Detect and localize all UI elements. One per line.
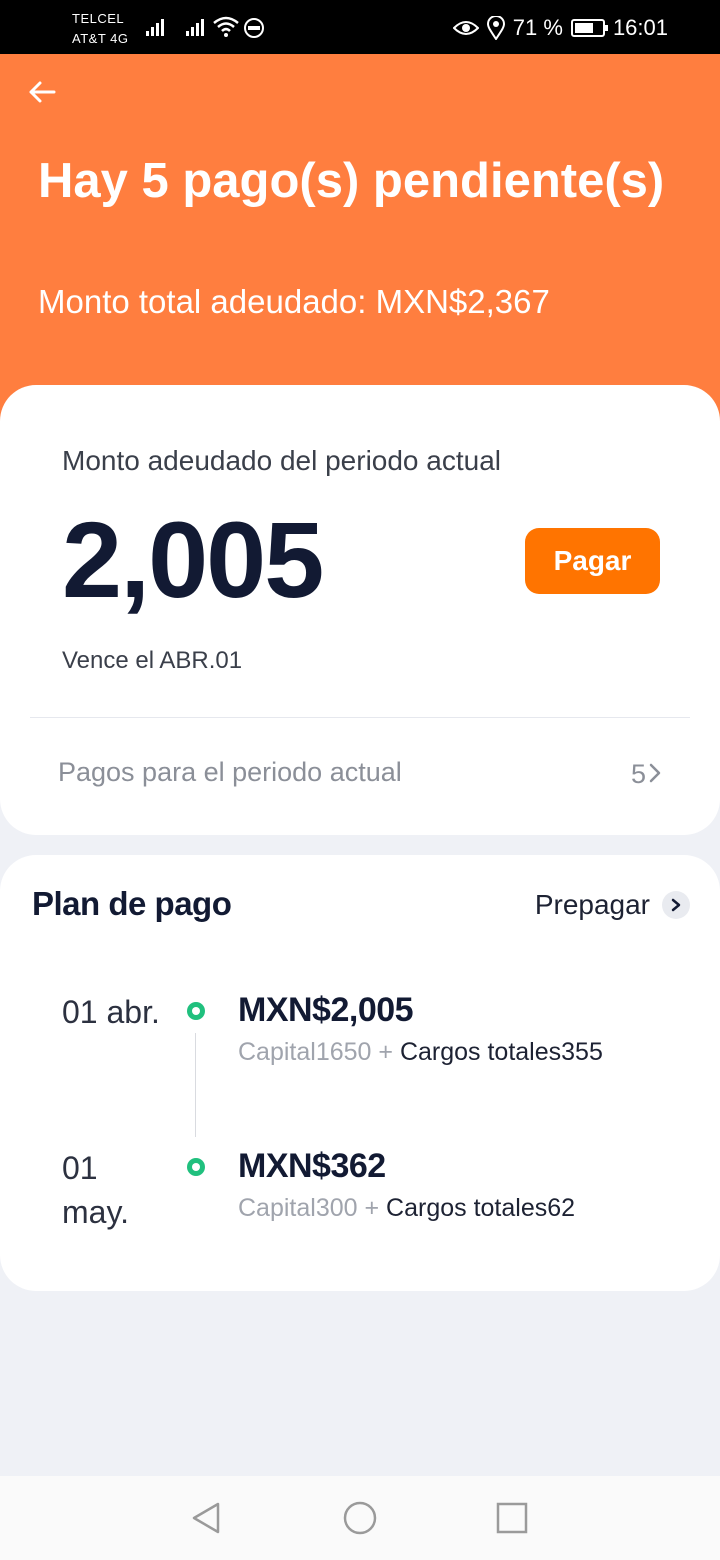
plan-item-capital: Capital300: [238, 1194, 358, 1222]
plan-item-charges: Cargos totales62: [386, 1194, 576, 1222]
carrier-name-2: AT&T 4G: [72, 31, 129, 46]
plan-title: Plan de pago: [32, 885, 232, 922]
total-owed: Monto total adeudado: MXN$2,367: [38, 283, 550, 320]
payment-plan-card: Plan de pago Prepagar 01 abr. MXN$2,005 …: [0, 855, 720, 1291]
status-right: 71 % 16:01: [452, 14, 668, 42]
battery-icon: [570, 19, 608, 37]
eye-icon: [452, 21, 479, 35]
chevron-right-icon[interactable]: [646, 762, 664, 784]
plan-item-capital: Capital1650: [238, 1038, 372, 1066]
signal-icon-1: [146, 16, 164, 36]
current-period-card: Monto adeudado del periodo actual 2,005 …: [0, 385, 720, 835]
battery-percent: 71 %: [512, 15, 563, 40]
pay-button[interactable]: Pagar: [525, 528, 660, 594]
carrier-info: TELCEL AT&T 4G: [72, 9, 128, 49]
system-nav-bar: [0, 1476, 720, 1560]
payments-period-row[interactable]: Pagos para el periodo actual: [58, 757, 402, 788]
payments-count[interactable]: 5: [631, 759, 646, 790]
circle-home-icon[interactable]: [342, 1500, 378, 1536]
chevron-right-icon[interactable]: [662, 891, 690, 919]
plan-item-date: 01 may.: [62, 1150, 129, 1230]
plan-item-detail: Capital1650 + Cargos totales355: [238, 1038, 603, 1067]
signal-icon-2: [186, 16, 204, 36]
wifi-icon: [213, 16, 239, 37]
page-title: Hay 5 pago(s) pendiente(s): [38, 154, 665, 208]
triangle-back-icon[interactable]: [188, 1500, 224, 1536]
due-date: Vence el ABR.01: [62, 647, 243, 674]
arrow-left-icon[interactable]: [26, 76, 58, 108]
plan-item-date: 01 abr.: [62, 994, 160, 1030]
square-recents-icon[interactable]: [494, 1500, 530, 1536]
plan-item-amount: MXN$2,005: [238, 991, 414, 1029]
status-bar: TELCEL AT&T 4G 71 % 16:01: [0, 0, 720, 54]
prepay-link[interactable]: Prepagar: [535, 889, 650, 921]
timeline-line: [195, 1033, 196, 1137]
header: Hay 5 pago(s) pendiente(s) Monto total a…: [0, 54, 720, 434]
plan-item-amount: MXN$362: [238, 1147, 386, 1185]
plan-item-detail: Capital300 + Cargos totales62: [238, 1194, 575, 1223]
timeline-dot: [187, 1002, 205, 1020]
clock: 16:01: [612, 15, 668, 40]
location-icon: [486, 16, 505, 40]
carrier-name-1: TELCEL: [72, 11, 125, 26]
divider: [30, 717, 690, 718]
current-period-label: Monto adeudado del periodo actual: [62, 445, 502, 476]
timeline-dot: [187, 1158, 205, 1176]
plan-item-plus: +: [357, 1194, 387, 1222]
plan-item-charges: Cargos totales355: [399, 1038, 603, 1066]
sync-status-icon: [244, 18, 264, 38]
current-period-amount: 2,005: [62, 499, 324, 620]
plan-item-plus: +: [371, 1038, 400, 1066]
